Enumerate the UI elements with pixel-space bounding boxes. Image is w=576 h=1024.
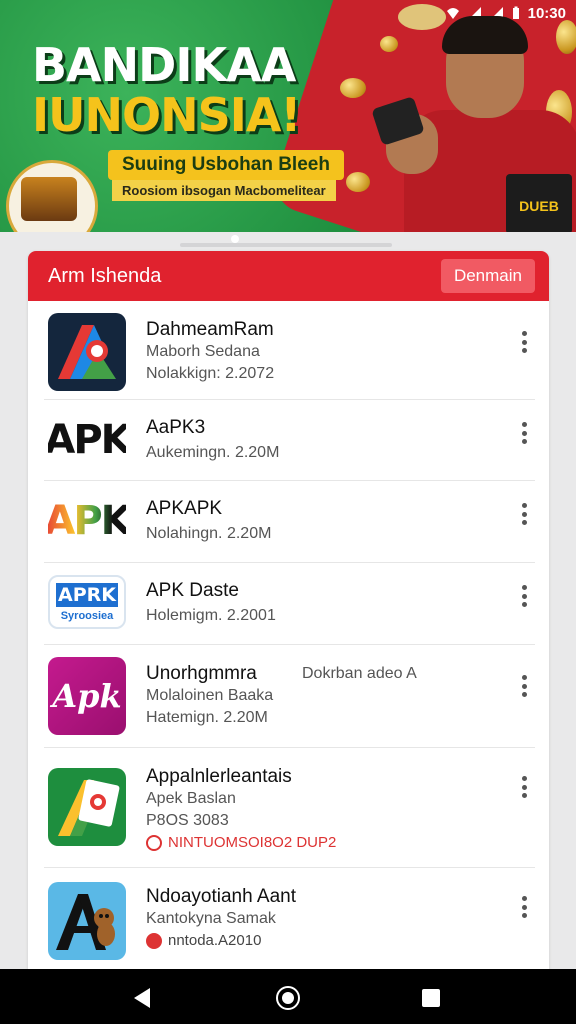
banner-headline: BANDIKAA IUNONSIA! (32, 38, 301, 142)
list-item[interactable]: Ndoayotianh Aant Kantokyna Samak nntoda.… (44, 868, 535, 978)
more-options-icon[interactable] (519, 503, 529, 525)
app-details: Aukemingn. 2.20M (146, 444, 280, 461)
more-options-icon[interactable] (519, 585, 529, 607)
list-item[interactable]: Appalnlerleantais Apek Baslan P8OS 3083 … (44, 748, 535, 868)
app-developer: Apek Baslan (146, 790, 236, 807)
apk-magenta-logo-text: Apk (52, 677, 122, 715)
banner-laptop-text: DUEB (519, 198, 559, 214)
brand-logo (6, 160, 98, 232)
app-list: DahmeamRam Maborh Sedana Nolakkign: 2.20… (28, 301, 549, 978)
carousel-indicator-dot[interactable] (231, 235, 239, 243)
app-monkey-a-icon (48, 882, 126, 960)
status-dot-icon (146, 933, 162, 949)
apk-colorful-logo-icon: APK (48, 489, 126, 553)
app-details: P8OS 3083 (146, 812, 229, 829)
apk-logo-text: APK (48, 417, 126, 463)
app-details: Holemigm. 2.2001 (146, 607, 276, 624)
app-details-text: nntoda.A2010 (168, 932, 262, 949)
apk-blue-logo-text: APRK (56, 583, 118, 607)
list-item[interactable]: APK AaPK3 Aukemingn. 2.20M (44, 400, 535, 481)
card-title: Arm Ishenda (48, 264, 162, 287)
app-details: Nolahingn. 2.20M (146, 525, 272, 542)
recent-apps-icon[interactable] (422, 989, 440, 1007)
carousel-indicator-track (180, 243, 392, 247)
app-list-card: Arm Ishenda Denmain DahmeamRam Maborh Se… (28, 251, 549, 981)
app-details: Nolakkign: 2.2072 (146, 365, 275, 382)
app-name: Unorhgmmra (146, 663, 257, 684)
app-name: APKAPK (146, 498, 223, 519)
app-name: AaPK3 (146, 417, 206, 438)
card-header: Arm Ishenda Denmain (28, 251, 549, 301)
more-options-icon[interactable] (519, 896, 529, 918)
apk-colorful-logo-text: APK (48, 498, 126, 544)
apk-blue-logo-icon: APRK Syroosiea (48, 575, 126, 629)
warning-icon (146, 835, 162, 851)
more-options-icon[interactable] (519, 776, 529, 798)
header-action-button[interactable]: Denmain (440, 259, 535, 293)
app-green-a-icon (48, 768, 126, 846)
banner-laptop: DUEB (506, 174, 572, 232)
app-a-icon (48, 313, 126, 391)
app-details: nntoda.A2010 (146, 930, 296, 952)
promo-banner[interactable]: 10:30 BANDIKAA IUNONSIA! Suuing Usbohan … (0, 0, 576, 232)
list-item[interactable]: APRK Syroosiea APK Daste Holemigm. 2.200… (44, 563, 535, 645)
coin-icon (346, 172, 370, 192)
app-developer: Maborh Sedana (146, 343, 260, 360)
banner-headline-line1: BANDIKAA (32, 38, 296, 92)
app-name: APK Daste (146, 580, 239, 601)
coin-icon (380, 36, 398, 52)
apk-magenta-logo-icon: Apk (48, 657, 126, 735)
system-navigation-bar (0, 969, 576, 1024)
home-icon[interactable] (276, 986, 300, 1010)
app-name: Ndoayotianh Aant (146, 886, 297, 907)
app-warning-text: NINTUOMSOI8O2 DUP2 (168, 834, 337, 851)
banner-tagline: Roosiom ibsogan Macbomelitear (112, 180, 336, 201)
list-item[interactable]: DahmeamRam Maborh Sedana Nolakkign: 2.20… (44, 301, 535, 400)
apk-logo-icon: APK (48, 406, 126, 474)
app-name: DahmeamRam (146, 319, 274, 340)
more-options-icon[interactable] (519, 331, 529, 353)
more-options-icon[interactable] (519, 422, 529, 444)
more-options-icon[interactable] (519, 675, 529, 697)
apk-blue-logo-subtext: Syroosiea (60, 610, 114, 622)
app-name: Appalnlerleantais (146, 766, 292, 787)
banner-headline-line2: IUNONSIA! (32, 88, 301, 142)
app-developer: Kantokyna Samak (146, 910, 276, 927)
list-item[interactable]: Apk Unorhgmmra Molaloinen Baaka Hatemign… (44, 645, 535, 748)
app-details: Hatemign. 2.20M (146, 709, 268, 726)
back-icon[interactable] (134, 988, 150, 1008)
app-tag: Dokrban adeo A (302, 665, 417, 682)
banner-subtitle: Suuing Usbohan Bleeh (108, 150, 344, 180)
app-warning: NINTUOMSOI8O2 DUP2 (146, 832, 336, 854)
coin-icon (340, 78, 366, 98)
list-item[interactable]: APK APKAPK Nolahingn. 2.20M (44, 481, 535, 563)
app-developer: Molaloinen Baaka (146, 687, 274, 704)
